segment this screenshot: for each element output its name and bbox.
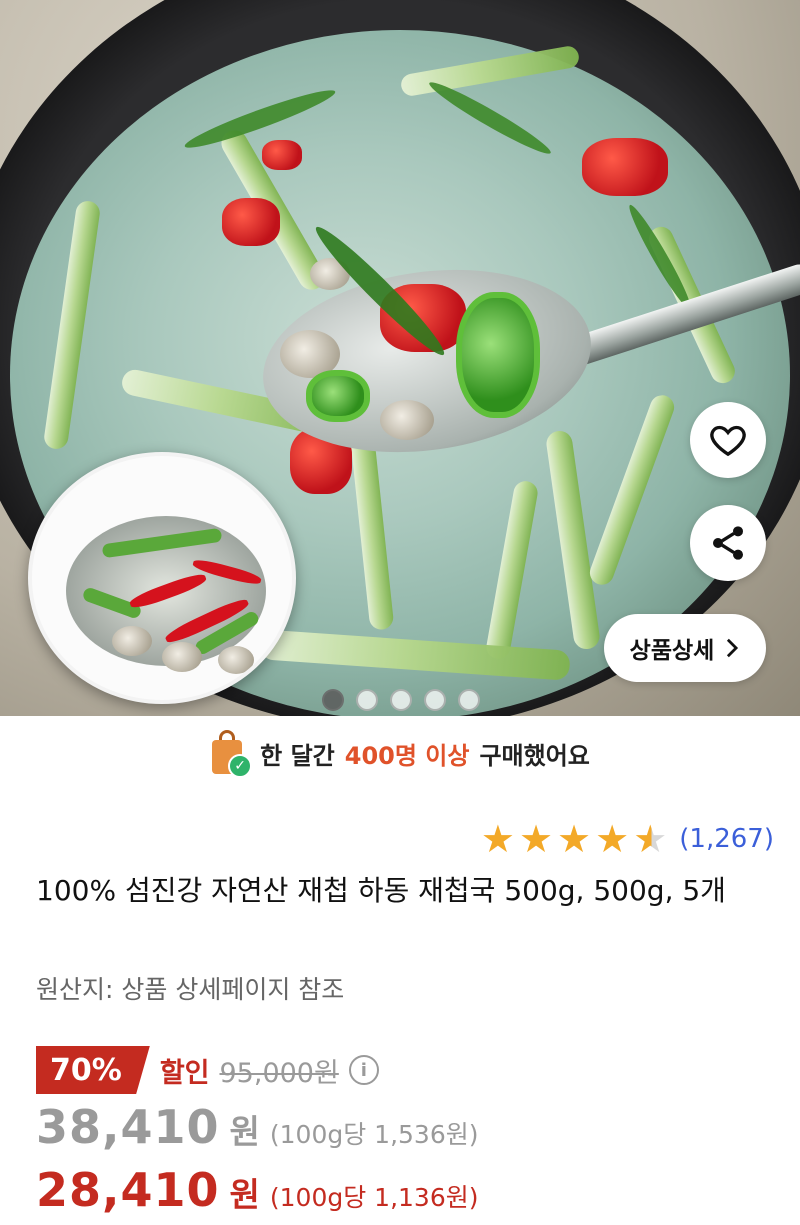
star-icon: ★	[480, 817, 515, 861]
star-icon: ★	[595, 817, 630, 861]
pagination-dot[interactable]	[322, 689, 344, 711]
discount-row: 70% 할인 95,000원 i	[36, 1046, 379, 1094]
red-chili	[222, 198, 280, 246]
price-1-unit: 원	[229, 1112, 260, 1151]
thumbnail-clam	[218, 646, 254, 674]
price-1-amount: 38,410	[36, 1100, 220, 1154]
pagination-dot[interactable]	[356, 689, 378, 711]
share-button[interactable]	[690, 505, 766, 581]
product-image-gallery[interactable]: 상품상세	[0, 0, 800, 716]
star-icon: ★	[518, 817, 554, 861]
green-chili	[306, 370, 370, 422]
like-button[interactable]	[690, 402, 766, 478]
clam	[380, 400, 434, 440]
star-icon: ★	[557, 817, 592, 861]
product-detail-button[interactable]: 상품상세	[604, 614, 766, 682]
shopping-bag-check-icon: ✓	[210, 730, 253, 778]
share-icon	[713, 526, 743, 560]
half-star-icon: ★	[633, 817, 668, 861]
price-2-per-unit: (100g당 1,136원)	[269, 1183, 479, 1212]
review-count-link[interactable]: (1,267)	[679, 824, 774, 854]
pagination-dot[interactable]	[390, 689, 412, 711]
price-1-per-unit: (100g당 1,536원)	[269, 1120, 479, 1149]
purchase-prefix: 한 달간	[260, 741, 335, 770]
price-line-2: 28,410 원 (100g당 1,136원)	[36, 1163, 479, 1217]
purchase-suffix: 구매했어요	[479, 741, 590, 770]
heart-icon	[710, 425, 746, 457]
chevron-right-icon	[727, 638, 739, 658]
thumbnail-image[interactable]	[28, 452, 296, 704]
price-2-amount: 28,410	[36, 1163, 220, 1217]
product-rating[interactable]: ★ ★ ★ ★ ★ (1,267)	[481, 820, 774, 858]
price-2-unit: 원	[229, 1175, 260, 1214]
purchase-count-banner: ✓ 한 달간 400명 이상 구매했어요	[0, 718, 800, 788]
info-icon[interactable]: i	[348, 1055, 379, 1085]
green-chili	[456, 292, 540, 418]
purchase-highlight: 400명 이상	[344, 741, 470, 770]
discount-badge: 70%	[36, 1046, 150, 1094]
red-chili	[262, 140, 302, 170]
thumbnail-clam	[112, 626, 152, 656]
product-title: 100% 섬진강 자연산 재첩 하동 재첩국 500g, 500g, 5개	[36, 874, 726, 907]
sale-label: 할인	[159, 1057, 210, 1089]
price-line-1: 38,410 원 (100g당 1,536원)	[36, 1100, 479, 1154]
pagination-dot[interactable]	[424, 689, 446, 711]
thumbnail-clam	[162, 642, 202, 672]
gallery-pagination	[322, 689, 480, 711]
pagination-dot[interactable]	[458, 689, 480, 711]
product-origin: 원산지: 상품 상세페이지 참조	[36, 975, 345, 1004]
product-detail-label: 상품상세	[629, 638, 715, 664]
original-price: 95,000원	[219, 1057, 339, 1089]
red-chili	[582, 138, 668, 196]
